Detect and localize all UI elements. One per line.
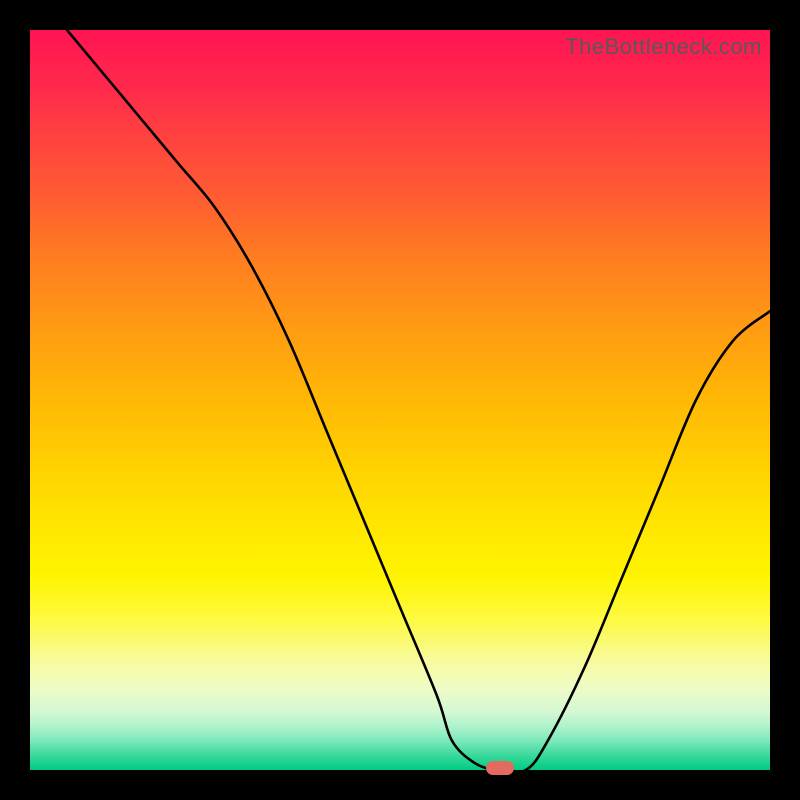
bottleneck-curve-path: [67, 30, 770, 770]
watermark-text: TheBottleneck.com: [565, 34, 762, 60]
chart-frame: TheBottleneck.com: [0, 0, 800, 800]
plot-area: TheBottleneck.com: [30, 30, 770, 770]
optimal-point-marker: [486, 761, 514, 775]
curve-svg: [30, 30, 770, 770]
